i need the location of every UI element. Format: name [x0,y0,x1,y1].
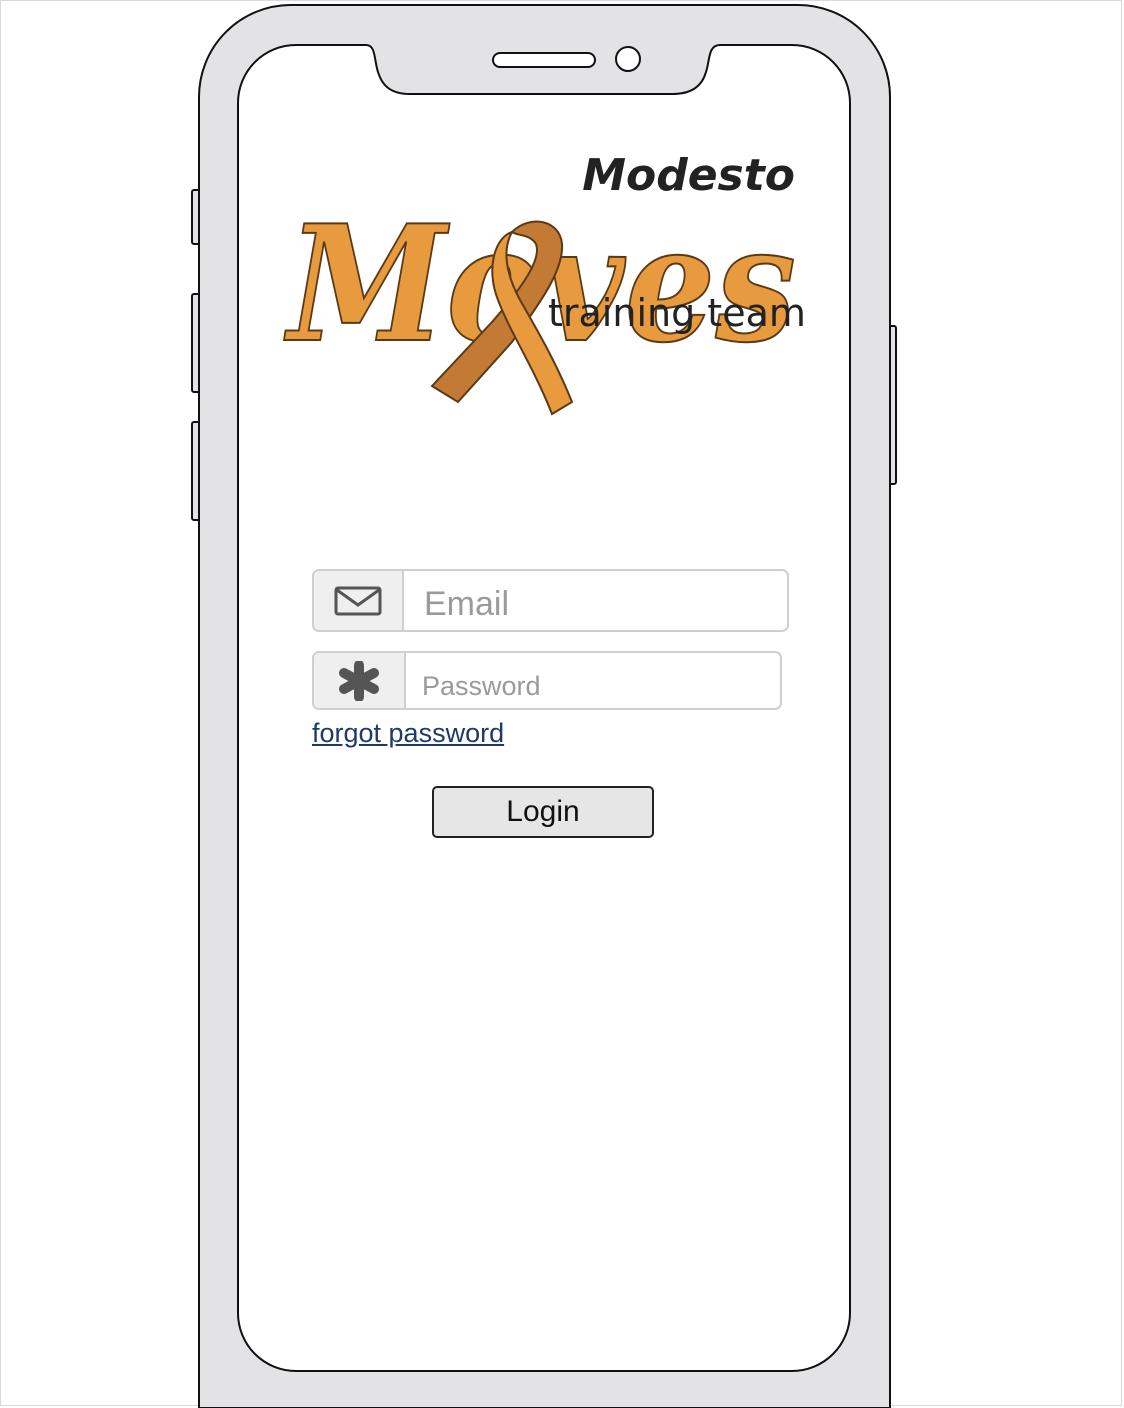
email-addon [314,571,404,630]
modesto-moves-logo: Modesto Moves training team [280,140,810,430]
envelope-icon [334,586,382,615]
password-addon [314,653,406,708]
password-input-group [312,651,782,710]
logo-training-team-text: training team [548,291,806,335]
password-field[interactable] [406,653,780,708]
email-input-group [312,569,789,632]
asterisk-icon [339,660,379,701]
speaker-grille [492,52,596,68]
front-camera [615,46,641,72]
email-field[interactable] [404,571,787,630]
login-button[interactable]: Login [432,786,654,838]
forgot-password-link[interactable]: forgot password [312,718,504,749]
